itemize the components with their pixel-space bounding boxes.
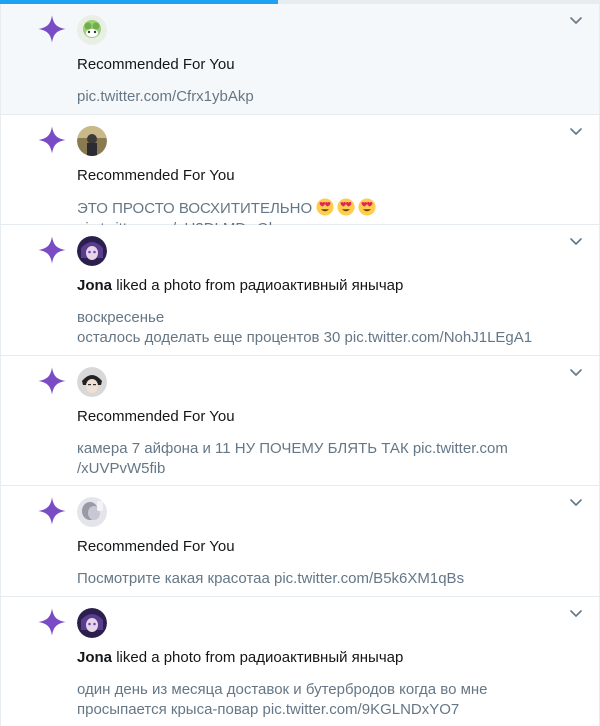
user-name[interactable]: Jona bbox=[77, 277, 112, 294]
notification-item[interactable]: Jona liked a photo from радиоактивный ян… bbox=[1, 225, 599, 356]
notification-text[interactable]: один день из месяца доставок и бутерброд… bbox=[77, 680, 577, 720]
notification-headline: Recommended For You bbox=[77, 56, 235, 73]
avatar[interactable] bbox=[77, 497, 107, 527]
notification-text[interactable]: pic.twitter.com/Cfrx1ybAkp bbox=[77, 87, 577, 107]
chevron-down-icon[interactable] bbox=[569, 498, 583, 508]
heart-eyes-emoji-icon bbox=[358, 198, 376, 216]
avatar[interactable] bbox=[77, 367, 107, 397]
notification-text[interactable]: Посмотрите какая красотаа pic.twitter.co… bbox=[77, 569, 577, 589]
notifications-feed: Recommended For You pic.twitter.com/Cfrx… bbox=[0, 4, 600, 726]
chevron-down-icon[interactable] bbox=[569, 16, 583, 26]
tweet-text: Посмотрите какая красотаа pic.twitter.co… bbox=[77, 570, 465, 587]
sparkle-icon bbox=[38, 367, 66, 395]
notification-headline: Jona liked a photo from радиоактивный ян… bbox=[77, 277, 403, 294]
chevron-down-icon[interactable] bbox=[569, 237, 583, 247]
avatar[interactable] bbox=[77, 126, 107, 156]
sparkle-icon bbox=[38, 497, 66, 525]
tweet-text-line: /xUVPvW5fib bbox=[77, 460, 166, 477]
avatar[interactable] bbox=[77, 15, 107, 45]
sparkle-icon bbox=[38, 126, 66, 154]
sparkle-icon bbox=[38, 15, 66, 43]
notification-item[interactable]: Recommended For You Посмотрите какая кра… bbox=[1, 486, 599, 597]
chevron-down-icon[interactable] bbox=[569, 127, 583, 137]
notification-action: liked a photo from радиоактивный янычар bbox=[116, 649, 404, 666]
notification-item[interactable]: Jona liked a photo from радиоактивный ян… bbox=[1, 597, 599, 726]
notification-item[interactable]: Recommended For You pic.twitter.com/Cfrx… bbox=[1, 4, 599, 115]
heart-eyes-emoji-icon bbox=[316, 198, 334, 216]
tweet-text-line: просыпается крыса-повар pic.twitter.com/… bbox=[77, 701, 460, 718]
notification-headline: Recommended For You bbox=[77, 167, 235, 184]
tweet-link[interactable]: pic.twitter.com/Cfrx1ybAkp bbox=[77, 88, 254, 105]
notification-item[interactable]: Recommended For You ЭТО ПРОСТО ВОСХИТИТЕ… bbox=[1, 115, 599, 237]
tweet-text-line: воскресенье bbox=[77, 309, 165, 326]
user-name[interactable]: Jona bbox=[77, 649, 112, 666]
notification-text[interactable]: воскресенье осталось доделать еще процен… bbox=[77, 308, 577, 348]
notification-headline: Recommended For You bbox=[77, 538, 235, 555]
notification-item[interactable]: Recommended For You камера 7 айфона и 11… bbox=[1, 356, 599, 486]
notification-headline: Jona liked a photo from радиоактивный ян… bbox=[77, 649, 403, 666]
sparkle-icon bbox=[38, 236, 66, 264]
notification-headline: Recommended For You bbox=[77, 408, 235, 425]
heart-eyes-emoji-icon bbox=[337, 198, 355, 216]
tweet-text-line: камера 7 айфона и 11 НУ ПОЧЕМУ БЛЯТЬ ТАК… bbox=[77, 440, 508, 457]
avatar[interactable] bbox=[77, 236, 107, 266]
notification-text[interactable]: камера 7 айфона и 11 НУ ПОЧЕМУ БЛЯТЬ ТАК… bbox=[77, 439, 577, 479]
avatar[interactable] bbox=[77, 608, 107, 638]
tweet-text-line: один день из месяца доставок и бутерброд… bbox=[77, 681, 488, 698]
chevron-down-icon[interactable] bbox=[569, 368, 583, 378]
tweet-text-line: осталось доделать еще процентов 30 pic.t… bbox=[77, 329, 533, 346]
sparkle-icon bbox=[38, 608, 66, 636]
chevron-down-icon[interactable] bbox=[569, 609, 583, 619]
notification-action: liked a photo from радиоактивный янычар bbox=[116, 277, 404, 294]
tweet-text: ЭТО ПРОСТО ВОСХИТИТЕЛЬНО bbox=[77, 200, 313, 217]
